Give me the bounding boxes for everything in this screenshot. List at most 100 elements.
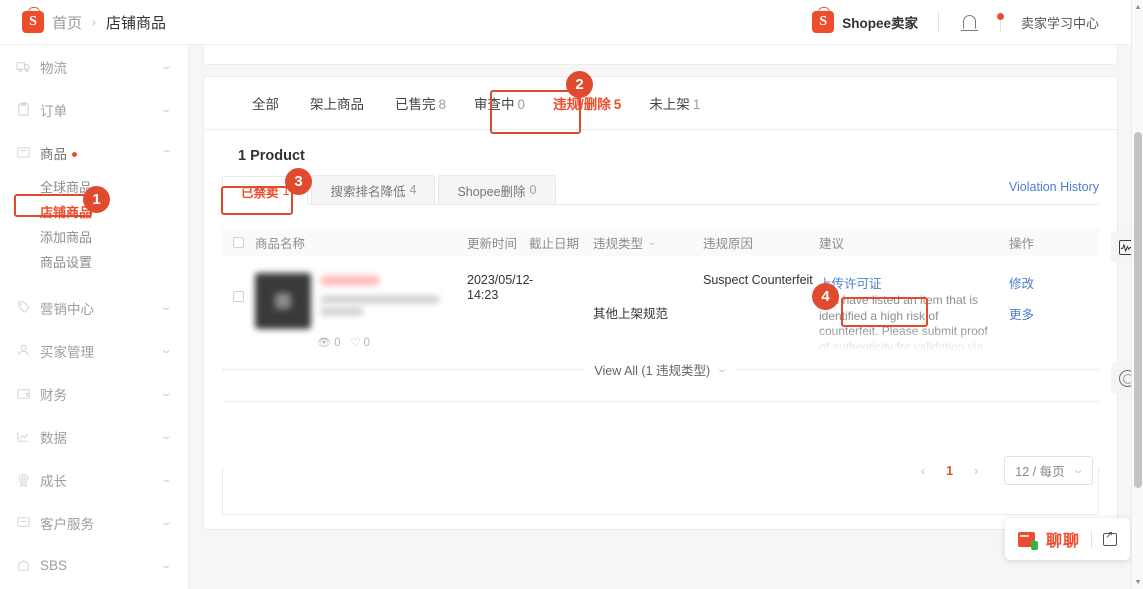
likes-count: 0 xyxy=(364,337,370,349)
wallet-icon xyxy=(16,386,31,401)
status-tab-count: 0 xyxy=(518,97,526,112)
status-tab-sold-out[interactable]: 已售完8 xyxy=(381,87,460,119)
view-all-toggle[interactable]: View All (1 违规类型) ⌄ xyxy=(594,360,726,379)
user-icon xyxy=(16,343,31,358)
seller-account[interactable]: S Shopee卖家 xyxy=(792,11,938,33)
box-icon xyxy=(16,145,31,160)
sidebar-group-label: 数据 xyxy=(40,427,153,447)
sub-tab-shopee-deleted[interactable]: Shopee删除0 xyxy=(438,175,555,204)
breadcrumb-home[interactable]: 首页 xyxy=(52,12,82,33)
status-tab-label: 违规/删除 xyxy=(553,97,611,112)
annotation-badge-4: 4 xyxy=(812,283,839,310)
products-table: 商品名称 更新时间 截止日期 违规类型⌄ 违规原因 建议 操作 xyxy=(222,228,1099,351)
status-tab-label: 全部 xyxy=(252,97,279,112)
scrollbar-up-arrow-icon[interactable]: ▲ xyxy=(1132,1,1143,13)
header-right: S Shopee卖家 卖家学习中心 xyxy=(792,11,1131,33)
status-tab-label: 架上商品 xyxy=(310,97,364,112)
sidebar-group-finance[interactable]: 财务 ⌄ xyxy=(0,372,188,415)
sub-tab-count: 4 xyxy=(409,183,416,197)
sidebar-group-sbs[interactable]: SBS ⌄ xyxy=(0,544,188,587)
scrollbar-thumb[interactable] xyxy=(1134,132,1142,488)
sidebar-group-label: 客户服务 xyxy=(40,513,153,533)
chevron-down-icon: ⌄ xyxy=(160,302,173,313)
chevron-down-icon: ⌄ xyxy=(160,61,173,72)
chevron-down-icon: ⌄ xyxy=(160,474,173,485)
view-all-row: View All (1 违规类型) ⌄ xyxy=(222,360,1099,379)
more-action-link[interactable]: 更多 xyxy=(1009,304,1081,323)
due-date-cell: - xyxy=(529,273,593,351)
sidebar-group-buyer-management[interactable]: 买家管理 ⌄ xyxy=(0,329,188,372)
annotation-badge-3: 3 xyxy=(285,168,312,195)
sidebar-group-label: 买家管理 xyxy=(40,341,153,361)
sidebar-group-label: 订单 xyxy=(40,100,153,120)
column-header-suggestion: 建议 xyxy=(819,233,1009,252)
violation-reason-cell: Suspect Counterfeit xyxy=(703,273,819,351)
sidebar-item-add-product[interactable]: 添加商品 xyxy=(0,224,188,249)
sidebar-group-products[interactable]: 商品 ⌄ xyxy=(0,131,188,174)
column-header-name: 商品名称 xyxy=(255,233,467,252)
breadcrumb: S 首页 › 店铺商品 xyxy=(0,11,166,33)
clipboard-icon xyxy=(16,102,31,117)
chevron-down-icon: ⌄ xyxy=(160,388,173,399)
chevron-down-icon: ⌄ xyxy=(646,237,659,248)
views-count: 0 xyxy=(334,337,340,349)
column-header-type[interactable]: 违规类型⌄ xyxy=(593,233,703,252)
products-new-dot-badge xyxy=(72,152,77,157)
chart-icon xyxy=(16,429,31,444)
sidebar-group-customer-service[interactable]: 客户服务 ⌄ xyxy=(0,501,188,544)
sidebar-group-orders[interactable]: 订单 ⌄ xyxy=(0,88,188,131)
row-checkbox[interactable] xyxy=(222,273,255,351)
scrollbar-down-arrow-icon[interactable]: ▼ xyxy=(1132,576,1143,588)
product-info xyxy=(255,273,467,329)
select-all-checkbox[interactable] xyxy=(222,237,255,248)
status-tab-reviewing[interactable]: 审查中0 xyxy=(460,87,539,119)
annotation-badge-2: 2 xyxy=(566,71,593,98)
suggestion-upload-license-link[interactable]: 上传许可证 xyxy=(819,273,1009,292)
chat-icon xyxy=(16,515,31,530)
updated-time-cell: 2023/05/12 14:23 xyxy=(467,273,529,351)
sidebar-group-label: 财务 xyxy=(40,384,153,404)
checkbox-icon xyxy=(233,291,244,302)
page-scrollbar[interactable]: ▲ ▼ xyxy=(1131,0,1143,589)
chevron-down-icon: ⌄ xyxy=(716,364,729,375)
shopee-logo-letter: S xyxy=(29,14,37,30)
sub-tab-bar: 已禁卖1 搜索排名降低4 Shopee删除0 Violation History xyxy=(222,175,1099,205)
sidebar-group-label: 商品 xyxy=(40,147,67,162)
violation-history-link[interactable]: Violation History xyxy=(1009,180,1099,200)
column-header-action: 操作 xyxy=(1009,233,1081,252)
status-tab-all[interactable]: 全部 xyxy=(238,87,296,119)
sidebar-group-data[interactable]: 数据 ⌄ xyxy=(0,415,188,458)
chat-widget[interactable]: 聊聊 xyxy=(1005,518,1130,560)
status-tab-listed[interactable]: 架上商品 xyxy=(296,87,381,119)
view-all-divider-left xyxy=(222,369,584,370)
table-header-row: 商品名称 更新时间 截止日期 违规类型⌄ 违规原因 建议 操作 xyxy=(222,228,1099,256)
sidebar-group-growth[interactable]: 成长 ⌄ xyxy=(0,458,188,501)
notification-button[interactable] xyxy=(939,15,1000,29)
column-header-reason: 违规原因 xyxy=(703,233,819,252)
sidebar-group-label: 营销中心 xyxy=(40,298,153,318)
sidebar-group-logistics[interactable]: 物流 ⌄ xyxy=(0,45,188,88)
product-count-label: 1 Product xyxy=(204,130,1117,164)
table-footer-frame xyxy=(222,467,1099,515)
sidebar: 物流 ⌄ 订单 ⌄ 商品 ⌄ 全球商品 店铺商品 添加商品 商品设置 营销中心 … xyxy=(0,45,189,589)
sidebar-item-product-settings[interactable]: 商品设置 xyxy=(0,249,188,274)
chat-divider xyxy=(1091,531,1092,548)
likes-stat: ♡ 0 xyxy=(351,336,370,349)
status-tab-label: 未上架 xyxy=(649,97,690,112)
breadcrumb-separator-icon: › xyxy=(90,15,98,29)
seller-learning-center-link[interactable]: 卖家学习中心 xyxy=(1001,13,1117,32)
column-header-type-label: 违规类型 xyxy=(593,233,643,252)
sidebar-group-marketing[interactable]: 营销中心 ⌄ xyxy=(0,286,188,329)
sub-tab-search-deboost[interactable]: 搜索排名降低4 xyxy=(311,175,435,204)
expand-icon[interactable] xyxy=(1103,533,1117,546)
shopee-seller-logo-letter: S xyxy=(819,14,827,30)
chevron-down-icon: ⌄ xyxy=(160,560,173,571)
checkbox-icon xyxy=(233,237,244,248)
product-subtitle-redacted xyxy=(321,296,439,303)
status-tab-unlisted[interactable]: 未上架1 xyxy=(635,87,714,119)
row-actions: 修改 更多 xyxy=(1009,273,1081,351)
edit-action-link[interactable]: 修改 xyxy=(1009,273,1081,292)
top-header: S 首页 › 店铺商品 S Shopee卖家 卖家学习中心 xyxy=(0,0,1131,45)
bell-icon xyxy=(963,15,976,29)
product-thumbnail[interactable] xyxy=(255,273,311,329)
